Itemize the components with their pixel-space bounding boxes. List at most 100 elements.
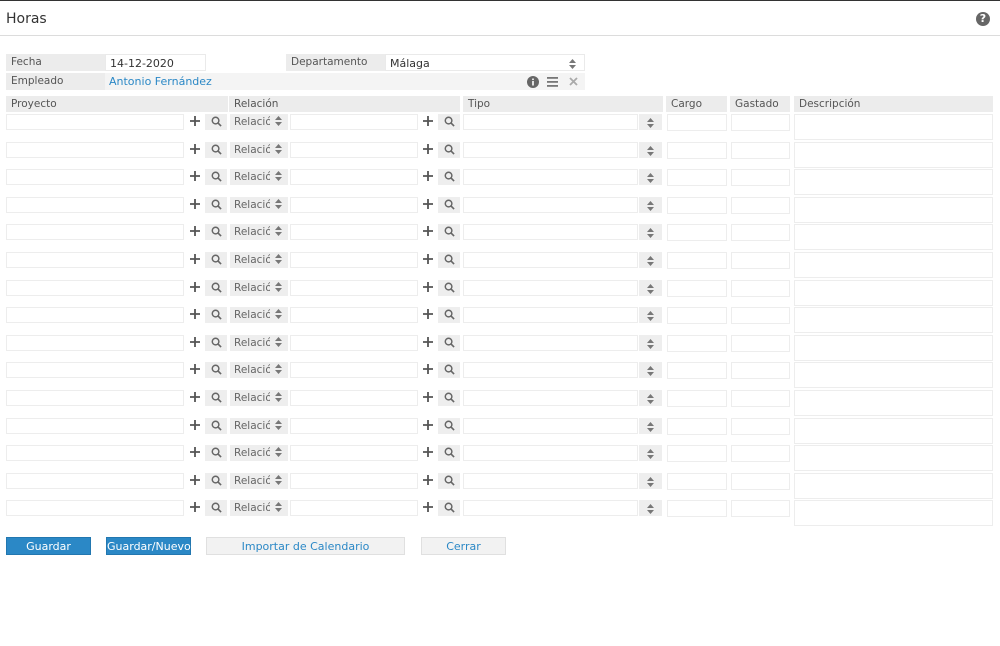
plus-icon[interactable]	[420, 445, 436, 461]
relacion-input[interactable]	[290, 390, 418, 406]
tipo-select[interactable]	[463, 307, 638, 324]
gastado-input[interactable]	[731, 334, 790, 352]
search-icon[interactable]	[205, 224, 227, 241]
relacion-type-select[interactable]: Relación	[230, 196, 288, 213]
plus-icon[interactable]	[420, 197, 436, 213]
empleado-value[interactable]: Antonio Fernández	[109, 75, 212, 88]
relacion-input[interactable]	[290, 279, 418, 296]
tipo-select[interactable]	[463, 362, 638, 379]
plus-icon[interactable]	[420, 418, 436, 434]
plus-icon[interactable]	[187, 307, 203, 323]
search-icon[interactable]	[438, 169, 460, 186]
descripcion-textarea[interactable]	[794, 472, 993, 499]
search-icon[interactable]	[438, 114, 460, 130]
search-icon[interactable]	[205, 417, 227, 434]
plus-icon[interactable]	[420, 335, 436, 351]
plus-icon[interactable]	[187, 252, 203, 268]
relacion-input[interactable]	[290, 141, 418, 158]
descripcion-textarea[interactable]	[794, 141, 993, 168]
tipo-select[interactable]	[463, 390, 638, 406]
search-icon[interactable]	[438, 417, 460, 434]
fecha-field[interactable]: 14-12-2020	[105, 54, 206, 71]
relacion-input[interactable]	[290, 196, 418, 213]
search-icon[interactable]	[205, 445, 227, 462]
plus-icon[interactable]	[420, 362, 436, 378]
search-icon[interactable]	[205, 169, 227, 186]
proyecto-input[interactable]	[6, 362, 184, 379]
relacion-type-select[interactable]: Relación	[230, 334, 288, 351]
relacion-input[interactable]	[290, 472, 418, 489]
list-icon[interactable]	[547, 77, 558, 87]
plus-icon[interactable]	[187, 500, 203, 516]
updown-icon[interactable]	[639, 445, 662, 462]
search-icon[interactable]	[438, 334, 460, 351]
search-icon[interactable]	[205, 472, 227, 489]
tipo-select[interactable]	[463, 279, 638, 296]
descripcion-textarea[interactable]	[794, 114, 993, 140]
plus-icon[interactable]	[187, 390, 203, 406]
plus-icon[interactable]	[420, 500, 436, 516]
proyecto-input[interactable]	[6, 334, 184, 351]
search-icon[interactable]	[205, 334, 227, 351]
updown-icon[interactable]	[639, 279, 662, 296]
descripcion-textarea[interactable]	[794, 445, 993, 472]
updown-icon[interactable]	[639, 417, 662, 434]
plus-icon[interactable]	[420, 169, 436, 185]
cargo-input[interactable]	[667, 445, 727, 463]
descripcion-textarea[interactable]	[794, 196, 993, 223]
search-icon[interactable]	[438, 362, 460, 379]
plus-icon[interactable]	[187, 169, 203, 185]
guardar-nuevo-button[interactable]: Guardar/Nuevo	[106, 537, 191, 555]
tipo-select[interactable]	[463, 224, 638, 241]
plus-icon[interactable]	[420, 252, 436, 268]
relacion-input[interactable]	[290, 417, 418, 434]
updown-icon[interactable]	[639, 224, 662, 241]
updown-icon[interactable]	[639, 500, 662, 517]
relacion-input[interactable]	[290, 252, 418, 268]
tipo-select[interactable]	[463, 252, 638, 268]
updown-icon[interactable]	[639, 334, 662, 351]
search-icon[interactable]	[438, 252, 460, 268]
proyecto-input[interactable]	[6, 141, 184, 158]
relacion-type-select[interactable]: Relación	[230, 417, 288, 434]
tipo-select[interactable]	[463, 500, 638, 517]
cargo-input[interactable]	[667, 390, 727, 407]
cargo-input[interactable]	[667, 252, 727, 269]
relacion-type-select[interactable]: Relación	[230, 500, 288, 517]
gastado-input[interactable]	[731, 472, 790, 490]
updown-icon[interactable]	[639, 169, 662, 186]
cargo-input[interactable]	[667, 196, 727, 214]
relacion-input[interactable]	[290, 307, 418, 324]
relacion-type-select[interactable]: Relación	[230, 445, 288, 462]
search-icon[interactable]	[205, 362, 227, 379]
updown-icon[interactable]	[639, 472, 662, 489]
cargo-input[interactable]	[667, 279, 727, 297]
relacion-input[interactable]	[290, 114, 418, 130]
search-icon[interactable]	[438, 224, 460, 241]
info-icon[interactable]	[527, 76, 539, 88]
relacion-type-select[interactable]: Relación	[230, 390, 288, 406]
plus-icon[interactable]	[187, 418, 203, 434]
descripcion-textarea[interactable]	[794, 307, 993, 334]
plus-icon[interactable]	[187, 445, 203, 461]
descripcion-textarea[interactable]	[794, 390, 993, 416]
plus-icon[interactable]	[420, 114, 436, 130]
plus-icon[interactable]	[187, 280, 203, 296]
descripcion-textarea[interactable]	[794, 362, 993, 389]
plus-icon[interactable]	[187, 142, 203, 158]
proyecto-input[interactable]	[6, 224, 184, 241]
plus-icon[interactable]	[420, 224, 436, 240]
tipo-select[interactable]	[463, 417, 638, 434]
gastado-input[interactable]	[731, 445, 790, 463]
search-icon[interactable]	[438, 141, 460, 158]
gastado-input[interactable]	[731, 390, 790, 407]
proyecto-input[interactable]	[6, 417, 184, 434]
plus-icon[interactable]	[420, 473, 436, 489]
search-icon[interactable]	[205, 500, 227, 517]
relacion-type-select[interactable]: Relación	[230, 224, 288, 241]
plus-icon[interactable]	[187, 335, 203, 351]
updown-icon[interactable]	[639, 196, 662, 213]
relacion-input[interactable]	[290, 169, 418, 186]
relacion-type-select[interactable]: Relación	[230, 279, 288, 296]
proyecto-input[interactable]	[6, 472, 184, 489]
